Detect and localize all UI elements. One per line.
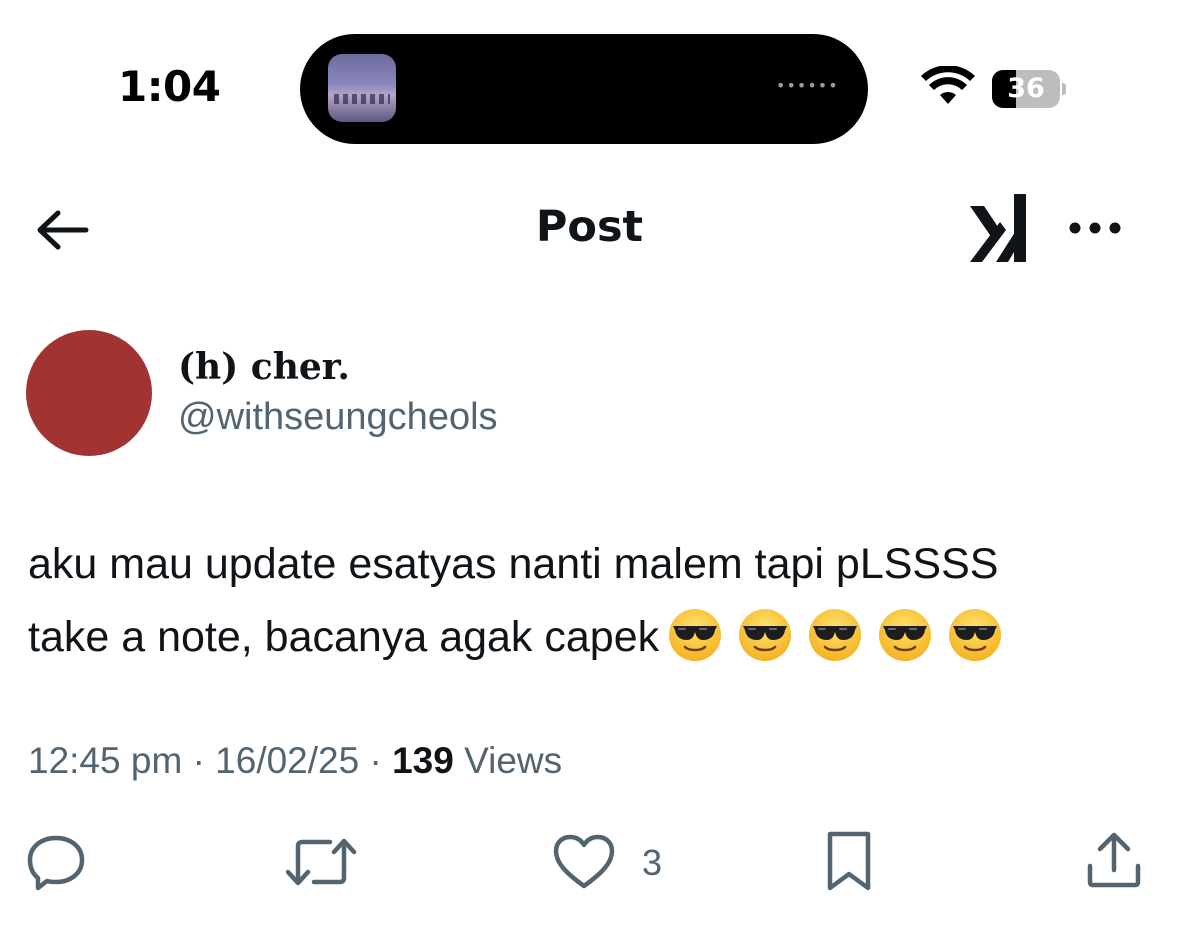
post-text-line-2-words: take a note, bacanya agak capek	[28, 613, 660, 661]
bookmark-icon[interactable]	[822, 830, 876, 894]
post-meta: 12:45 pm · 16/02/25 · 139 Views	[28, 740, 562, 782]
post-time: 12:45 pm	[28, 740, 183, 781]
sunglasses-emoji-icon	[879, 609, 932, 661]
post-text-line-2: take a note, bacanya agak capek	[28, 601, 1148, 674]
meta-separator: ·	[192, 740, 205, 781]
like-icon[interactable]	[552, 832, 616, 892]
sunglasses-emoji-icon	[949, 609, 1002, 661]
views-label[interactable]: Views	[464, 740, 562, 781]
more-icon[interactable]	[1066, 218, 1124, 238]
post-text: aku mau update esatyas nanti malem tapi …	[28, 528, 1148, 674]
dynamic-island[interactable]: ••••••	[300, 34, 868, 144]
repost-icon[interactable]	[286, 832, 358, 892]
likes-count[interactable]: 3	[642, 842, 662, 884]
status-time: 1:04	[118, 62, 221, 111]
reply-icon[interactable]	[26, 832, 86, 892]
author-display-name[interactable]: (h) cher.	[178, 346, 350, 388]
sunglasses-emoji-icon	[809, 609, 862, 661]
post-date: 16/02/25	[215, 740, 360, 781]
emoji-row	[667, 607, 1003, 663]
meta-separator: ·	[369, 740, 382, 781]
author-handle[interactable]: @withseungcheols	[178, 396, 498, 439]
sunglasses-emoji-icon	[669, 609, 722, 661]
avatar[interactable]	[26, 330, 152, 456]
share-icon[interactable]	[1084, 830, 1144, 890]
battery-level: 36	[1007, 73, 1045, 104]
wifi-icon	[921, 66, 975, 104]
now-playing-artwork	[328, 54, 396, 122]
grok-icon[interactable]	[966, 192, 1034, 264]
audio-waveform-icon: ••••••	[776, 76, 839, 95]
sunglasses-emoji-icon	[739, 609, 792, 661]
post-text-line-1: aku mau update esatyas nanti malem tapi …	[28, 540, 999, 588]
battery-icon: 36	[992, 70, 1066, 108]
views-count[interactable]: 139	[392, 740, 454, 781]
